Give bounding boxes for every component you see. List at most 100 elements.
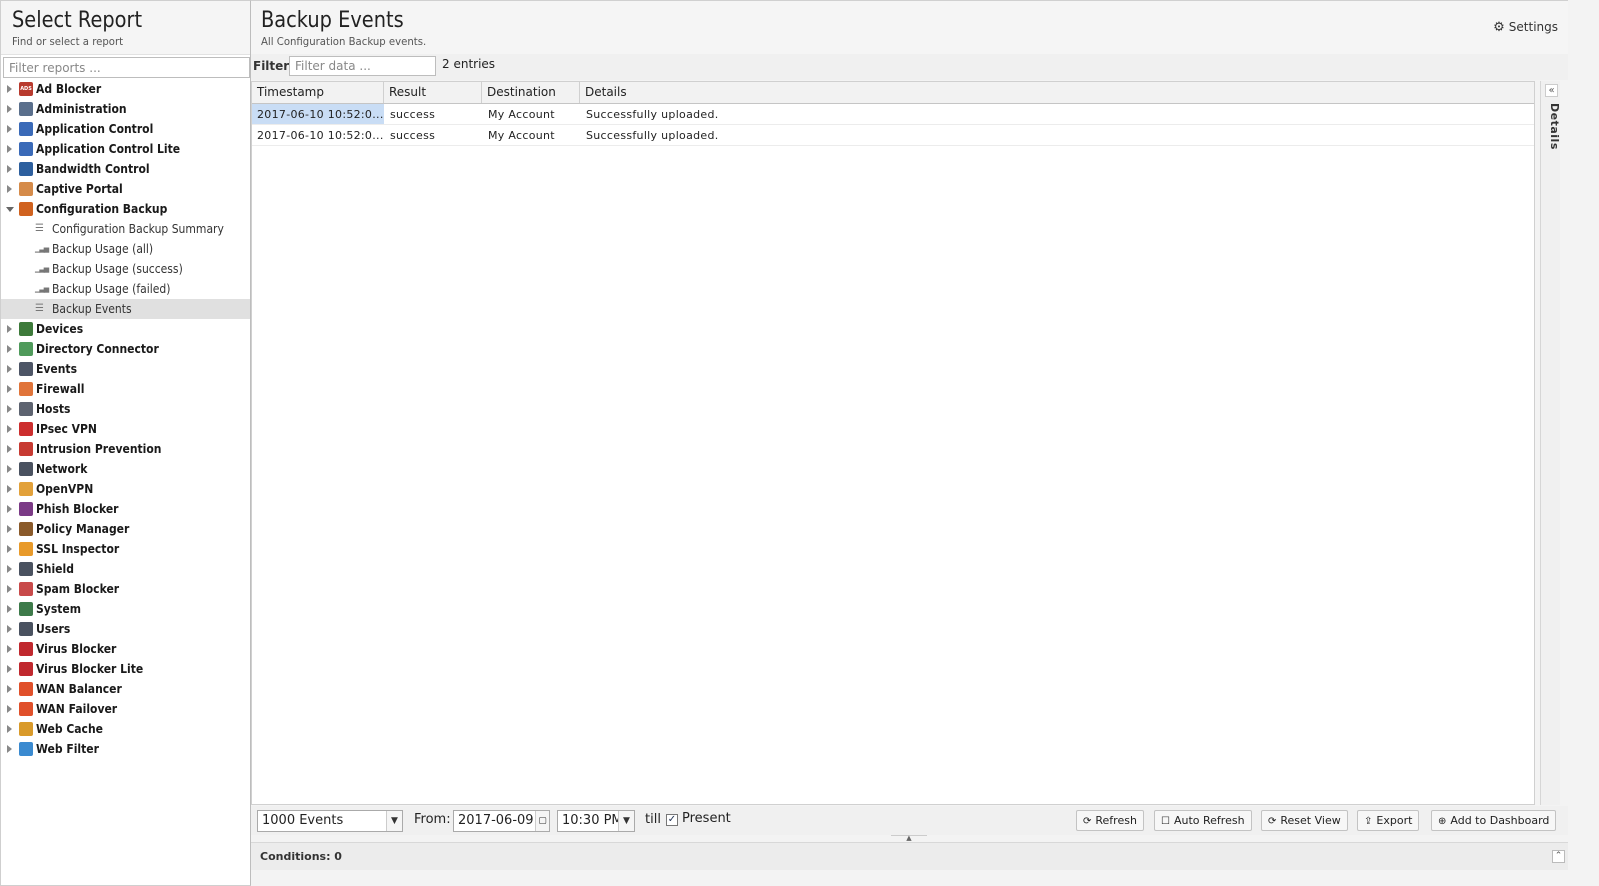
details-cell[interactable]: Successfully uploaded. bbox=[580, 104, 1534, 124]
report-item[interactable]: ▁▃▅ Backup Usage (success) bbox=[1, 259, 250, 279]
refresh-button[interactable]: ⟳ Refresh bbox=[1076, 810, 1144, 831]
details-panel-collapsed[interactable]: « Details bbox=[1540, 81, 1561, 805]
triangle-right-icon[interactable] bbox=[7, 145, 12, 153]
table-row[interactable]: 2017-06-10 10:52:0... success My Account… bbox=[252, 125, 1534, 146]
tree-node[interactable]: Devices bbox=[1, 319, 250, 339]
triangle-right-icon[interactable] bbox=[7, 125, 12, 133]
triangle-right-icon[interactable] bbox=[7, 405, 12, 413]
tree-node[interactable]: Network bbox=[1, 459, 250, 479]
triangle-right-icon[interactable] bbox=[7, 625, 12, 633]
column-header-details[interactable]: Details bbox=[580, 82, 1534, 103]
triangle-right-icon[interactable] bbox=[7, 685, 12, 693]
tree-node[interactable]: Application Control Lite bbox=[1, 139, 250, 159]
destination-cell[interactable]: My Account bbox=[482, 125, 580, 145]
data-filter-input[interactable] bbox=[289, 56, 436, 76]
auto-refresh-button[interactable]: ☐ Auto Refresh bbox=[1154, 810, 1252, 831]
chevron-down-icon[interactable]: ▼ bbox=[386, 811, 402, 831]
tree-node[interactable]: Administration bbox=[1, 99, 250, 119]
double-chevron-left-icon[interactable]: « bbox=[1545, 84, 1558, 97]
timestamp-cell[interactable]: 2017-06-10 10:52:0... bbox=[252, 125, 384, 145]
double-chevron-up-icon[interactable]: ⌃ bbox=[1552, 850, 1565, 863]
triangle-right-icon[interactable] bbox=[7, 605, 12, 613]
column-header-timestamp[interactable]: Timestamp bbox=[252, 82, 384, 103]
tree-node[interactable]: Hosts bbox=[1, 399, 250, 419]
report-item[interactable]: ▁▃▅ Backup Usage (failed) bbox=[1, 279, 250, 299]
tree-node[interactable]: Firewall bbox=[1, 379, 250, 399]
triangle-right-icon[interactable] bbox=[7, 345, 12, 353]
reset-view-button[interactable]: ⟳ Reset View bbox=[1261, 810, 1348, 831]
add-to-dashboard-button[interactable]: ⊕ Add to Dashboard bbox=[1431, 810, 1557, 831]
present-label[interactable]: Present bbox=[682, 811, 731, 826]
details-label[interactable]: Details bbox=[1541, 103, 1561, 150]
tree-node[interactable]: WAN Failover bbox=[1, 699, 250, 719]
present-checkbox[interactable]: ✓ bbox=[666, 814, 678, 826]
tree-node[interactable]: IPsec VPN bbox=[1, 419, 250, 439]
triangle-right-icon[interactable] bbox=[7, 445, 12, 453]
triangle-right-icon[interactable] bbox=[7, 505, 12, 513]
triangle-right-icon[interactable] bbox=[7, 85, 12, 93]
triangle-right-icon[interactable] bbox=[7, 645, 12, 653]
triangle-right-icon[interactable] bbox=[7, 465, 12, 473]
tree-node[interactable]: Configuration Backup bbox=[1, 199, 250, 219]
triangle-right-icon[interactable] bbox=[7, 385, 12, 393]
from-date-field[interactable]: 2017-06-09 ▢ bbox=[453, 810, 550, 832]
triangle-right-icon[interactable] bbox=[7, 325, 12, 333]
triangle-right-icon[interactable] bbox=[7, 705, 12, 713]
tree-node[interactable]: Application Control bbox=[1, 119, 250, 139]
tree-node[interactable]: Events bbox=[1, 359, 250, 379]
tree-node[interactable]: Captive Portal bbox=[1, 179, 250, 199]
triangle-right-icon[interactable] bbox=[7, 565, 12, 573]
column-header-destination[interactable]: Destination bbox=[482, 82, 580, 103]
tree-node[interactable]: ADS Ad Blocker bbox=[1, 79, 250, 99]
tree-node[interactable]: Shield bbox=[1, 559, 250, 579]
triangle-right-icon[interactable] bbox=[7, 665, 12, 673]
triangle-right-icon[interactable] bbox=[7, 105, 12, 113]
triangle-right-icon[interactable] bbox=[7, 545, 12, 553]
triangle-right-icon[interactable] bbox=[7, 525, 12, 533]
destination-cell[interactable]: My Account bbox=[482, 104, 580, 124]
chevron-down-icon[interactable]: ▼ bbox=[618, 811, 634, 831]
tree-node[interactable]: Directory Connector bbox=[1, 339, 250, 359]
report-filter-input[interactable] bbox=[3, 57, 250, 78]
conditions-label: Conditions: 0 bbox=[260, 850, 342, 863]
tree-node[interactable]: Web Filter bbox=[1, 739, 250, 759]
splitter-handle[interactable]: ▲ bbox=[891, 835, 927, 842]
tree-node[interactable]: Phish Blocker bbox=[1, 499, 250, 519]
tree-node[interactable]: Virus Blocker bbox=[1, 639, 250, 659]
result-cell[interactable]: success bbox=[384, 125, 482, 145]
tree-node-label: Bandwidth Control bbox=[36, 162, 150, 176]
event-limit-select[interactable]: 1000 Events ▼ bbox=[257, 810, 403, 832]
tree-node[interactable]: SSL Inspector bbox=[1, 539, 250, 559]
tree-node[interactable]: Bandwidth Control bbox=[1, 159, 250, 179]
triangle-down-icon[interactable] bbox=[6, 207, 14, 212]
result-cell[interactable]: success bbox=[384, 104, 482, 124]
calendar-icon[interactable]: ▢ bbox=[535, 811, 549, 831]
settings-button[interactable]: ⚙ Settings bbox=[1493, 20, 1558, 35]
tree-node[interactable]: Intrusion Prevention bbox=[1, 439, 250, 459]
tree-node[interactable]: Web Cache bbox=[1, 719, 250, 739]
tree-node[interactable]: Virus Blocker Lite bbox=[1, 659, 250, 679]
tree-node[interactable]: System bbox=[1, 599, 250, 619]
triangle-right-icon[interactable] bbox=[7, 585, 12, 593]
triangle-right-icon[interactable] bbox=[7, 165, 12, 173]
tree-node[interactable]: WAN Balancer bbox=[1, 679, 250, 699]
tree-node[interactable]: Users bbox=[1, 619, 250, 639]
triangle-right-icon[interactable] bbox=[7, 745, 12, 753]
triangle-right-icon[interactable] bbox=[7, 185, 12, 193]
timestamp-cell[interactable]: 2017-06-10 10:52:0... bbox=[252, 104, 384, 124]
triangle-right-icon[interactable] bbox=[7, 365, 12, 373]
table-row[interactable]: 2017-06-10 10:52:0... success My Account… bbox=[252, 104, 1534, 125]
tree-node[interactable]: Spam Blocker bbox=[1, 579, 250, 599]
tree-node[interactable]: OpenVPN bbox=[1, 479, 250, 499]
report-item[interactable]: ☰ Backup Events bbox=[1, 299, 250, 319]
export-button[interactable]: ⇪ Export bbox=[1357, 810, 1420, 831]
report-item[interactable]: ▁▃▅ Backup Usage (all) bbox=[1, 239, 250, 259]
report-item[interactable]: ☰ Configuration Backup Summary bbox=[1, 219, 250, 239]
triangle-right-icon[interactable] bbox=[7, 425, 12, 433]
column-header-result[interactable]: Result bbox=[384, 82, 482, 103]
from-time-select[interactable]: 10:30 PM ▼ bbox=[557, 810, 635, 832]
details-cell[interactable]: Successfully uploaded. bbox=[580, 125, 1534, 145]
tree-node[interactable]: Policy Manager bbox=[1, 519, 250, 539]
triangle-right-icon[interactable] bbox=[7, 725, 12, 733]
triangle-right-icon[interactable] bbox=[7, 485, 12, 493]
